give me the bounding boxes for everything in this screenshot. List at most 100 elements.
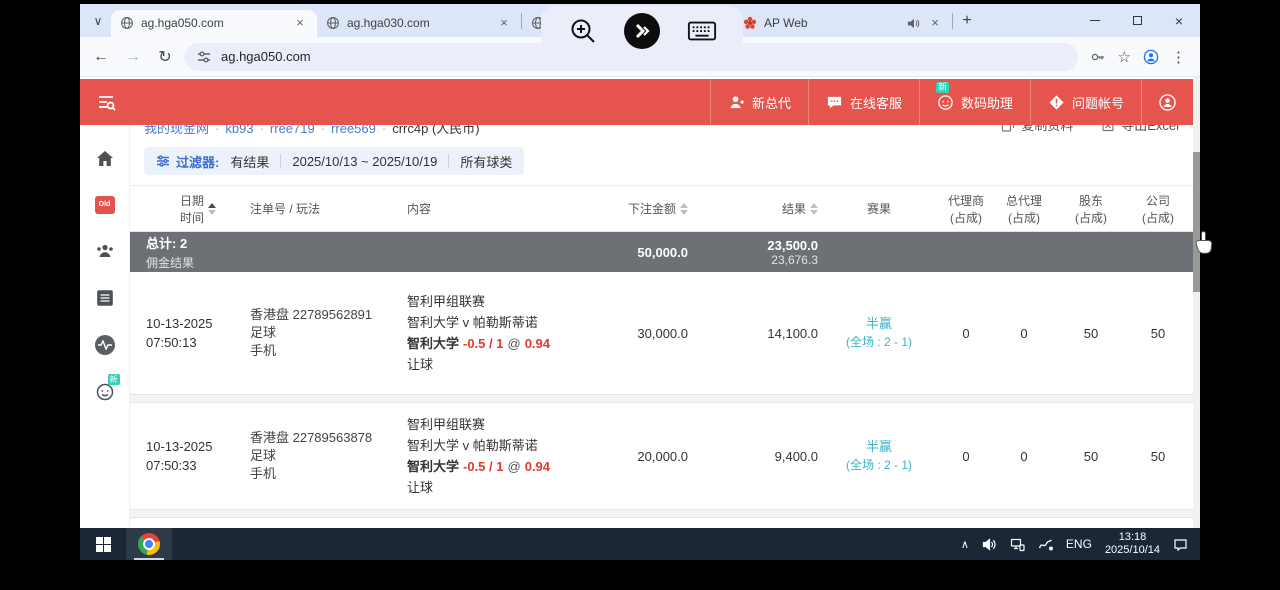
stake-cell: 30,000.0 — [595, 272, 688, 394]
minimize-button[interactable] — [1074, 4, 1116, 37]
nav-new-agent[interactable]: 新总代 — [710, 79, 808, 125]
url-text: ag.hga050.com — [221, 49, 311, 64]
profile-avatar-icon[interactable] — [1143, 49, 1159, 65]
result-cell: 9,400.0 — [688, 403, 818, 509]
tab-hga030[interactable]: ag.hga030.com × — [317, 10, 521, 37]
agent-cell: 0 — [940, 272, 992, 394]
report-list-icon[interactable] — [95, 288, 115, 308]
remote-desktop-screen: ∨ ag.hga050.com × ag.hga030.com × AP Web — [80, 4, 1200, 560]
back-button[interactable]: ← — [88, 44, 114, 70]
pick-line: 智利大学-0.5 / 1@0.94 — [407, 456, 595, 477]
toolbar-right-icons: ☆ ⋮ — [1084, 48, 1192, 66]
tab-search-chevron-icon[interactable]: ∨ — [85, 8, 111, 34]
filter-date-range-chip[interactable]: 2025/10/13 ~ 2025/10/19 — [292, 154, 437, 169]
nav-online-service[interactable]: 在线客服 — [808, 79, 919, 125]
restore-button[interactable] — [1116, 4, 1158, 37]
close-icon[interactable]: × — [292, 15, 308, 31]
match: 智利大学 v 帕勒斯蒂诺 — [407, 435, 595, 456]
super-agent-cell: 0 — [992, 403, 1056, 509]
bet-date-cell: 10-13-202507:50:33 — [130, 403, 250, 509]
old-version-icon[interactable]: Old — [95, 196, 115, 214]
assistant-bot-sidebar-icon[interactable]: 新 — [95, 382, 115, 402]
network-icon[interactable] — [1010, 537, 1025, 552]
nav-label: 数码助理 — [961, 93, 1013, 112]
site-settings-icon[interactable] — [196, 49, 212, 65]
tab-audio-icon[interactable] — [907, 17, 920, 30]
bet-row: 10-13-202507:50:13 香港盘 22789562891足球手机 智… — [130, 272, 1193, 394]
scrollbar-thumb[interactable] — [1193, 152, 1200, 292]
volume-icon[interactable] — [982, 537, 997, 552]
new-badge: 新 — [936, 82, 949, 93]
row-separator — [130, 394, 1193, 403]
start-button[interactable] — [80, 528, 126, 560]
new-tab-button[interactable]: + — [953, 7, 981, 35]
super-agent-cell: 0 — [992, 272, 1056, 394]
league: 智利甲组联赛 — [407, 291, 595, 312]
filter-label[interactable]: 过滤器: — [156, 152, 219, 171]
person-plus-icon — [728, 94, 745, 111]
shareholder-cell: 50 — [1056, 403, 1126, 509]
taskbar-clock[interactable]: 13:18 2025/10/14 — [1105, 531, 1160, 557]
bookmark-star-icon[interactable]: ☆ — [1118, 48, 1131, 66]
filter-result-chip[interactable]: 有结果 — [230, 152, 269, 171]
bet-content-cell: 智利甲组联赛 智利大学 v 帕勒斯蒂诺 智利大学-0.5 / 1@0.94 让球 — [395, 403, 595, 509]
nav-digital-assistant[interactable]: 新 数码助理 — [919, 79, 1030, 125]
bet-date-cell: 10-13-202507:50:13 — [130, 272, 250, 394]
sort-arrows-icon[interactable] — [810, 203, 818, 215]
tab-title: AP Web — [764, 16, 900, 30]
tab-hga050[interactable]: ag.hga050.com × — [111, 10, 317, 37]
summary-result: 23,500.0 23,676.3 — [688, 232, 818, 272]
table-header: 日期时间 注单号 / 玩法 内容 下注金额 结果 赛果 代理商(占成) — [130, 185, 1193, 232]
column-content: 内容 — [395, 200, 595, 217]
column-result[interactable]: 结果 — [688, 200, 818, 217]
league: 智利甲组联赛 — [407, 414, 595, 435]
sort-arrows-icon[interactable] — [208, 203, 216, 215]
pen-input-icon[interactable] — [1038, 537, 1053, 552]
home-icon[interactable] — [95, 149, 115, 169]
magnifier-plus-icon[interactable] — [568, 16, 598, 46]
chrome-menu-icon[interactable]: ⋮ — [1171, 48, 1186, 66]
outcome-link[interactable]: 半赢(全场 : 2 - 1) — [818, 403, 940, 509]
nav-account[interactable] — [1141, 79, 1193, 125]
nav-label: 在线客服 — [850, 93, 902, 112]
filter-bar: 过滤器: 有结果 2025/10/13 ~ 2025/10/19 所有球类 — [144, 147, 524, 175]
chat-bubble-icon — [826, 94, 843, 111]
activity-pulse-icon[interactable] — [95, 335, 115, 355]
reload-button[interactable]: ↻ — [152, 44, 178, 70]
tab-ap-web[interactable]: AP Web × — [734, 10, 952, 37]
taskbar-chrome-button[interactable] — [126, 528, 172, 560]
agent-cell: 0 — [940, 403, 992, 509]
close-icon[interactable]: × — [927, 15, 943, 31]
col-date: 日期 — [180, 192, 204, 209]
clock-time: 13:18 — [1105, 531, 1160, 544]
column-stake[interactable]: 下注金额 — [595, 200, 688, 217]
password-key-icon[interactable] — [1090, 49, 1106, 65]
notification-center-icon[interactable] — [1173, 537, 1188, 552]
column-agent: 代理商(占成) — [940, 192, 992, 226]
page-scrollbar[interactable] — [1193, 77, 1200, 528]
globe-icon — [120, 16, 134, 30]
remote-desktop-icon[interactable] — [624, 13, 660, 49]
alert-icon — [1048, 94, 1065, 111]
tray-chevron-icon[interactable]: ∧ — [961, 538, 969, 551]
sort-arrows-icon[interactable] — [680, 203, 688, 215]
shareholder-cell: 50 — [1056, 272, 1126, 394]
keyboard-icon[interactable] — [687, 16, 717, 46]
filter-label-text: 过滤器: — [176, 152, 219, 171]
forward-button[interactable]: → — [120, 44, 146, 70]
filter-sport-chip[interactable]: 所有球类 — [460, 152, 512, 171]
summary-row: 总计: 2 佣金结果 50,000.0 23,500.0 23,676.3 — [130, 232, 1193, 272]
bet-no-cell: 香港盘 22789563878足球手机 — [250, 403, 395, 509]
new-badge: 新 — [108, 374, 120, 385]
outcome-link[interactable]: 半赢(全场 : 2 - 1) — [818, 272, 940, 394]
close-window-button[interactable]: × — [1158, 4, 1200, 37]
column-date-time[interactable]: 日期时间 — [130, 192, 250, 226]
language-indicator[interactable]: ENG — [1066, 537, 1092, 551]
agents-icon[interactable] — [95, 241, 115, 261]
menu-search-icon[interactable] — [96, 92, 116, 112]
nav-problem-account[interactable]: 问题帐号 — [1030, 79, 1141, 125]
close-icon[interactable]: × — [496, 15, 512, 31]
remote-desktop-stage: ∨ ag.hga050.com × ag.hga030.com × AP Web — [0, 0, 1280, 590]
old-badge-label: Old — [99, 201, 111, 209]
filter-separator — [448, 154, 449, 168]
